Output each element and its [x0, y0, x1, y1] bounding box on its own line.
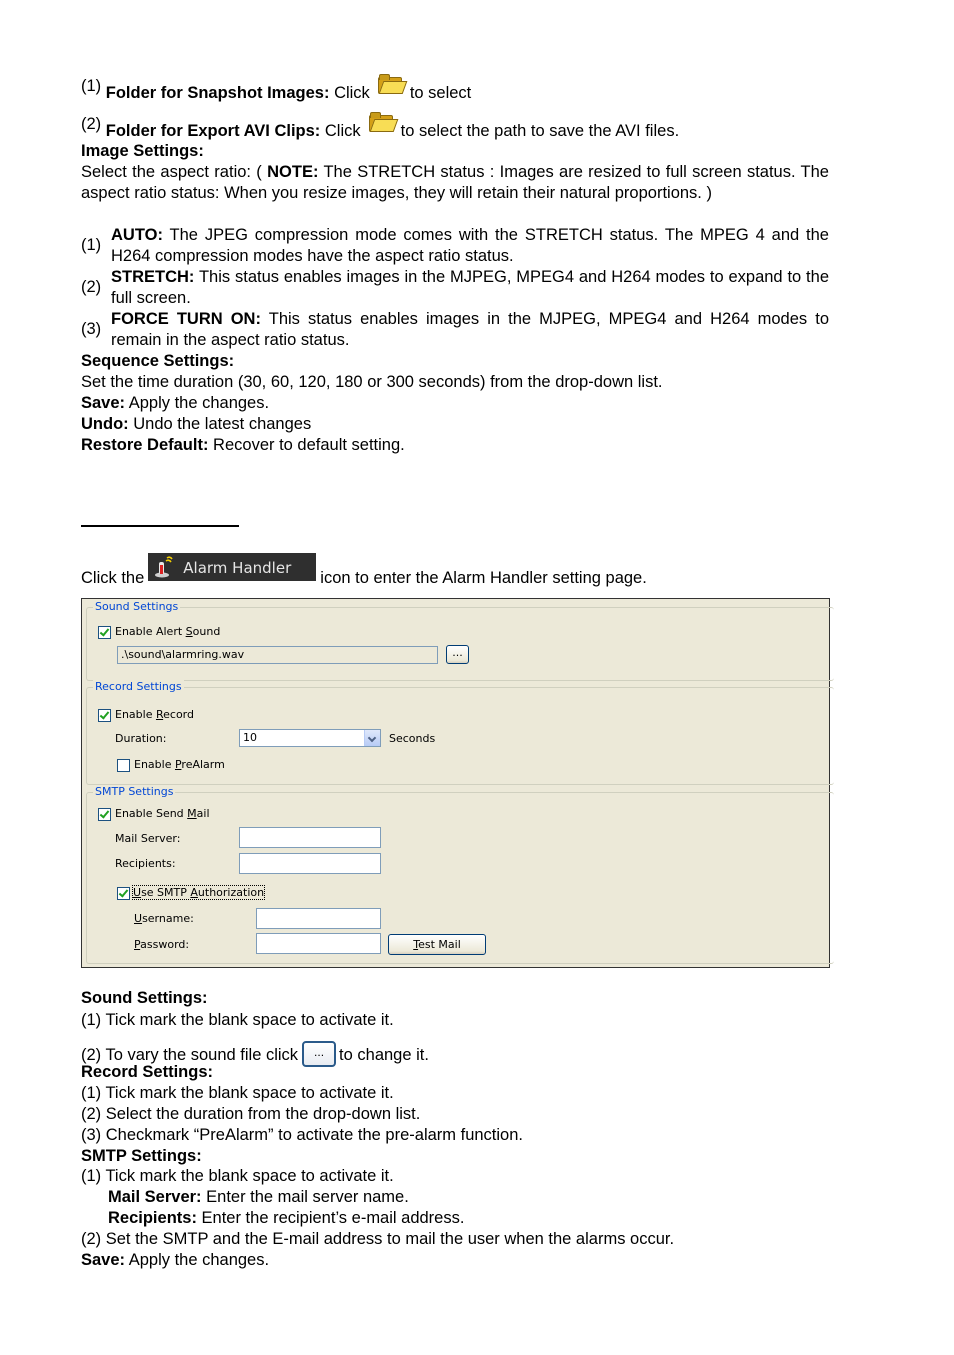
record-step-2: (2) Select the duration from the drop-do… [81, 1105, 421, 1123]
item-number: (1) [81, 77, 102, 95]
avi-folder-item: (2) Folder for Export AVI Clips: Click to… [81, 112, 679, 142]
section-divider [81, 525, 239, 527]
sound-settings-heading: Sound Settings: [81, 989, 208, 1007]
enable-send-mail-checkbox[interactable] [98, 808, 111, 821]
duration-value: 10 [243, 731, 257, 744]
sound-settings-legend: Sound Settings [93, 600, 181, 613]
mode-item-auto: (1) AUTO: The JPEG compression mode come… [81, 226, 829, 265]
save-description-bottom: Save: Apply the changes. [81, 1251, 270, 1269]
duration-unit-label: Seconds [389, 732, 436, 745]
use-smtp-authorization-label: Use SMTP Authorization [131, 885, 266, 900]
record-step-1: (1) Tick mark the blank space to activat… [81, 1084, 394, 1102]
password-input[interactable] [256, 933, 381, 954]
alarm-handler-icon [155, 556, 173, 578]
snapshot-folder-item: (1) Folder for Snapshot Images: Click to … [81, 74, 471, 104]
item-number: (2) [81, 115, 102, 133]
item-label: Folder for Export AVI Clips: [105, 122, 321, 140]
mode-item-stretch: (2) STRETCH: This status enables images … [81, 268, 829, 307]
alarm-handler-button-label: Alarm Handler [183, 559, 292, 577]
enable-alert-sound-checkbox[interactable] [98, 626, 111, 639]
smtp-settings-legend: SMTP Settings [93, 785, 176, 798]
username-input[interactable] [256, 908, 381, 929]
sound-settings-group: Sound Settings Enable Alert Sound .\soun… [86, 600, 834, 681]
mail-server-input[interactable] [239, 827, 381, 848]
enable-record-label: Enable Record [115, 708, 194, 721]
item-text: Click [334, 84, 370, 102]
undo-description: Undo: Undo the latest changes [81, 415, 312, 433]
mode-item-force-turn-on: (3) FORCE TURN ON: This status enables i… [81, 310, 829, 349]
browse-button-illustration: ... [302, 1041, 337, 1067]
folder-open-icon [367, 112, 398, 132]
enable-alert-sound-label: Enable Alert Sound [115, 625, 221, 638]
sequence-settings-text: Set the time duration (30, 60, 120, 180 … [81, 373, 663, 391]
alarm-handler-settings-panel: Sound Settings Enable Alert Sound .\soun… [81, 598, 834, 968]
duration-label: Duration: [115, 732, 167, 745]
use-smtp-authorization-checkbox[interactable] [117, 887, 130, 900]
duration-select[interactable]: 10 [239, 729, 381, 747]
sound-step-1: (1) Tick mark the blank space to activat… [81, 1011, 394, 1029]
folder-open-icon [376, 74, 408, 94]
item-text: to select the path to save the AVI files… [400, 122, 680, 140]
test-mail-button[interactable]: Test Mail [388, 934, 486, 955]
password-label: Password: [134, 938, 190, 951]
alarm-handler-intro: Click the Alarm Handler icon to enter th… [81, 553, 647, 589]
image-settings-heading: Image Settings: [81, 142, 204, 160]
save-description: Save: Apply the changes. [81, 394, 270, 412]
aspect-ratio-intro: Select the aspect ratio: ( NOTE: The STR… [81, 163, 829, 202]
sound-file-path-field[interactable]: .\sound\alarmring.wav [117, 646, 438, 664]
recipients-input[interactable] [239, 853, 381, 874]
record-settings-group: Record Settings Enable Record Duration: … [86, 680, 834, 785]
smtp-step-1: (1) Tick mark the blank space to activat… [81, 1167, 394, 1185]
sequence-settings-heading: Sequence Settings: [81, 352, 235, 370]
username-label: Username: [134, 912, 194, 925]
mail-server-label: Mail Server: [115, 832, 181, 845]
alarm-handler-button[interactable]: Alarm Handler [148, 553, 317, 581]
recipients-label: Recipients: [115, 857, 176, 870]
record-settings-legend: Record Settings [93, 680, 184, 693]
recipients-description: Recipients: Enter the recipient’s e-mail… [108, 1209, 465, 1227]
record-settings-heading: Record Settings: [81, 1063, 214, 1081]
enable-send-mail-label: Enable Send Mail [115, 807, 210, 820]
enable-prealarm-label: Enable PreAlarm [134, 758, 225, 771]
chevron-down-icon[interactable] [364, 730, 380, 746]
item-label: Folder for Snapshot Images: [105, 84, 330, 102]
record-step-3: (3) Checkmark “PreAlarm” to activate the… [81, 1126, 523, 1144]
smtp-step-2: (2) Set the SMTP and the E-mail address … [81, 1230, 675, 1248]
mail-server-description: Mail Server: Enter the mail server name. [108, 1188, 409, 1206]
smtp-settings-group: SMTP Settings Enable Send Mail Mail Serv… [86, 785, 834, 964]
browse-sound-button[interactable]: ... [446, 645, 469, 664]
item-text: to select [409, 84, 472, 102]
smtp-settings-heading: SMTP Settings: [81, 1147, 202, 1165]
restore-default-description: Restore Default: Recover to default sett… [81, 436, 405, 454]
enable-prealarm-checkbox[interactable] [117, 759, 130, 772]
item-text: Click [324, 122, 361, 140]
enable-record-checkbox[interactable] [98, 709, 111, 722]
